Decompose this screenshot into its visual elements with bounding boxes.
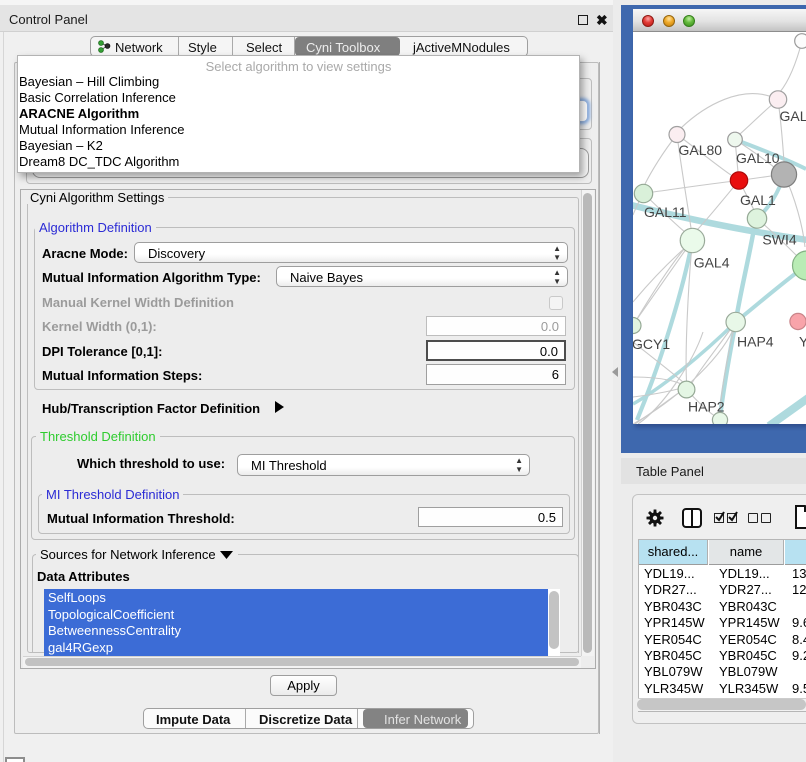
svg-text:GAL: GAL [780,108,806,124]
svg-text:GAL11: GAL11 [644,204,687,220]
svg-text:HAP2: HAP2 [688,398,725,414]
svg-text:Y: Y [799,333,806,349]
svg-text:HAP4: HAP4 [737,333,774,349]
svg-text:GCY1: GCY1 [633,336,670,352]
svg-text:GAL80: GAL80 [679,142,723,158]
svg-text:GAL1: GAL1 [740,192,776,208]
svg-text:GAL10: GAL10 [736,150,780,166]
svg-text:GAL4: GAL4 [694,254,730,270]
svg-text:SWI4: SWI4 [762,232,796,248]
